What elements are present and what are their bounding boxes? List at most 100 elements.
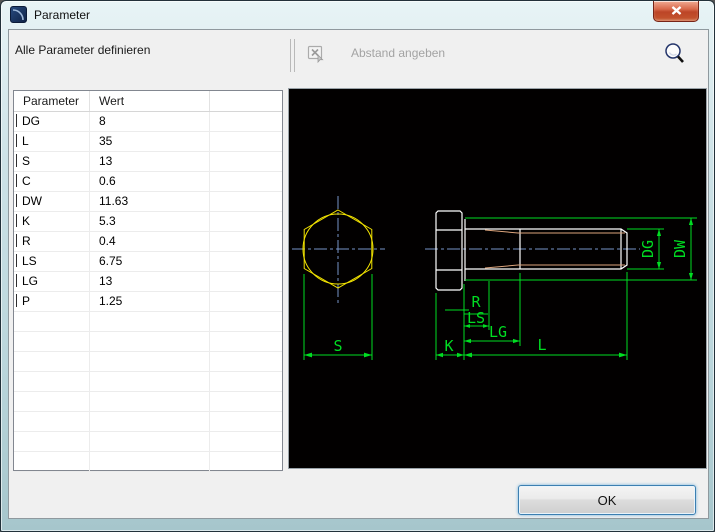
param-extra-cell[interactable] xyxy=(210,252,282,271)
param-name-cell[interactable]: K xyxy=(14,212,90,231)
dim-label-l: L xyxy=(537,336,546,354)
param-value-cell[interactable]: 6.75 xyxy=(90,252,210,271)
param-value-cell[interactable] xyxy=(90,412,210,431)
param-name-cell[interactable]: DW xyxy=(14,192,90,211)
param-name-cell[interactable]: L xyxy=(14,132,90,151)
param-extra-cell[interactable] xyxy=(210,452,282,471)
dialog-body: Alle Parameter definieren Abstand angebe… xyxy=(8,29,709,519)
param-value-cell[interactable]: 13 xyxy=(90,272,210,291)
close-button[interactable] xyxy=(653,1,699,22)
param-value-cell[interactable] xyxy=(90,332,210,351)
param-name-cell[interactable]: S xyxy=(14,152,90,171)
param-extra-cell[interactable] xyxy=(210,232,282,251)
window-title: Parameter xyxy=(34,8,90,22)
dim-label-r: R xyxy=(471,293,481,311)
dim-label-k: K xyxy=(444,337,453,355)
dim-label-dg: DG xyxy=(639,240,657,258)
param-value-cell[interactable]: 35 xyxy=(90,132,210,151)
param-name-cell[interactable] xyxy=(14,432,90,451)
header-parameter[interactable]: Parameter xyxy=(14,91,90,111)
param-value-cell[interactable]: 11.63 xyxy=(90,192,210,211)
param-name-cell[interactable] xyxy=(14,412,90,431)
param-value-cell[interactable]: 5.3 xyxy=(90,212,210,231)
table-row: DW 11.63 xyxy=(14,192,282,212)
param-name-cell[interactable] xyxy=(14,452,90,471)
param-extra-cell[interactable] xyxy=(210,312,282,331)
close-icon xyxy=(654,2,698,21)
param-name-cell[interactable]: LG xyxy=(14,272,90,291)
param-value-cell[interactable] xyxy=(90,432,210,451)
param-value-cell[interactable]: 0.4 xyxy=(90,232,210,251)
table-row xyxy=(14,452,282,472)
param-extra-cell[interactable] xyxy=(210,172,282,191)
param-value-cell[interactable] xyxy=(90,452,210,471)
table-row xyxy=(14,412,282,432)
param-value-cell[interactable] xyxy=(90,392,210,411)
param-value-cell[interactable]: 8 xyxy=(90,112,210,131)
param-extra-cell[interactable] xyxy=(210,392,282,411)
param-name-cell[interactable] xyxy=(14,372,90,391)
param-name-cell[interactable]: LS xyxy=(14,252,90,271)
preview-canvas[interactable]: S K L xyxy=(288,88,707,469)
param-name-cell[interactable]: DG xyxy=(14,112,90,131)
parameter-table-header: Parameter Wert xyxy=(14,91,282,112)
dimension-l: L xyxy=(464,272,627,360)
table-row: P 1.25 xyxy=(14,292,282,312)
dimension-k: K xyxy=(436,284,464,360)
param-extra-cell[interactable] xyxy=(210,192,282,211)
param-extra-cell[interactable] xyxy=(210,352,282,371)
define-parameters-label: Alle Parameter definieren xyxy=(15,43,150,57)
param-name-cell[interactable] xyxy=(14,392,90,411)
param-extra-cell[interactable] xyxy=(210,432,282,451)
param-extra-cell[interactable] xyxy=(210,372,282,391)
param-extra-cell[interactable] xyxy=(210,112,282,131)
param-name-cell[interactable]: P xyxy=(14,292,90,311)
specify-distance-button[interactable] xyxy=(306,44,326,64)
param-value-cell[interactable]: 0.6 xyxy=(90,172,210,191)
table-row: C 0.6 xyxy=(14,172,282,192)
table-row xyxy=(14,372,282,392)
dim-label-s: S xyxy=(333,337,342,355)
table-row xyxy=(14,332,282,352)
param-value-cell[interactable]: 13 xyxy=(90,152,210,171)
param-value-cell[interactable] xyxy=(90,372,210,391)
table-row: LS 6.75 xyxy=(14,252,282,272)
magnifier-icon xyxy=(661,42,687,66)
param-extra-cell[interactable] xyxy=(210,412,282,431)
ok-button-label: OK xyxy=(598,493,617,508)
param-extra-cell[interactable] xyxy=(210,212,282,231)
parameter-table: Parameter Wert DG 8 L 35 S 13 xyxy=(13,90,283,471)
parameter-dialog: Parameter Alle Parameter definieren Abst… xyxy=(0,0,715,532)
param-name-cell[interactable] xyxy=(14,332,90,351)
param-name-cell[interactable]: C xyxy=(14,172,90,191)
table-x-cursor-icon xyxy=(306,44,326,64)
zoom-button[interactable] xyxy=(661,42,687,66)
bolt-head xyxy=(436,211,465,290)
param-name-cell[interactable] xyxy=(14,312,90,331)
param-extra-cell[interactable] xyxy=(210,152,282,171)
app-logo-arc xyxy=(11,7,26,22)
ok-button[interactable]: OK xyxy=(518,485,696,515)
app-icon xyxy=(10,6,27,23)
param-value-cell[interactable] xyxy=(90,352,210,371)
table-row: S 13 xyxy=(14,152,282,172)
header-empty[interactable] xyxy=(210,91,282,111)
table-row: L 35 xyxy=(14,132,282,152)
param-extra-cell[interactable] xyxy=(210,272,282,291)
parameter-table-body: DG 8 L 35 S 13 C 0.6 DW xyxy=(14,112,282,472)
param-value-cell[interactable] xyxy=(90,312,210,331)
param-value-cell[interactable]: 1.25 xyxy=(90,292,210,311)
table-row: LG 13 xyxy=(14,272,282,292)
header-wert[interactable]: Wert xyxy=(90,91,210,111)
param-name-cell[interactable] xyxy=(14,352,90,371)
dim-label-lg: LG xyxy=(489,323,507,341)
param-name-cell[interactable]: R xyxy=(14,232,90,251)
table-row xyxy=(14,432,282,452)
title-bar[interactable]: Parameter xyxy=(1,1,714,29)
param-extra-cell[interactable] xyxy=(210,292,282,311)
param-extra-cell[interactable] xyxy=(210,132,282,151)
dim-label-ls: LS xyxy=(467,309,485,327)
param-extra-cell[interactable] xyxy=(210,332,282,351)
centerlines xyxy=(292,196,640,303)
table-row: DG 8 xyxy=(14,112,282,132)
